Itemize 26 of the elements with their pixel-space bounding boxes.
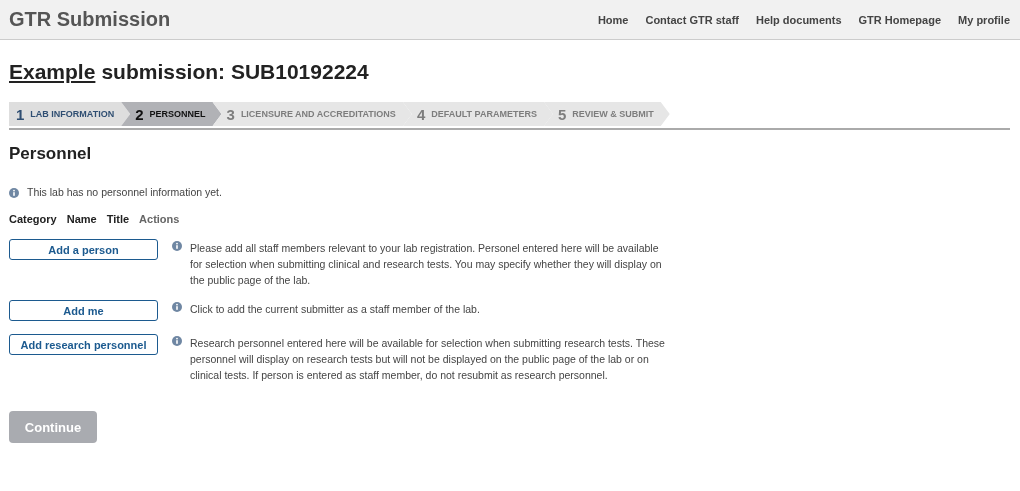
nav-link[interactable]: Home (597, 13, 629, 26)
info-icon (172, 302, 182, 312)
column-header: Category (9, 213, 57, 225)
nav-link[interactable]: GTR Homepage (858, 13, 942, 26)
help-text: Research personnel entered here will be available for selection when submitting research tests. These personnel will display on research tests but will not be displayed on the public page of the lab or on clinical tests. If person is entered as staff member, do not resubmit as research personnel. (190, 336, 666, 383)
notice-text: This lab has no personnel information yet. (27, 186, 222, 198)
step-tab[interactable]: 1 LAB INFORMATION (9, 102, 131, 126)
add-button[interactable]: Add a person (9, 239, 158, 260)
nav-link[interactable]: My profile (958, 13, 1010, 26)
add-button[interactable]: Add me (9, 300, 158, 321)
info-icon (172, 241, 182, 251)
info-icon (9, 188, 19, 198)
step-tab[interactable]: 2 PERSONNEL (121, 102, 222, 126)
section-title: Personnel (9, 144, 93, 164)
column-header: Name (66, 213, 97, 225)
nav-link[interactable]: Contact GTR staff (645, 13, 739, 26)
info-icon (172, 336, 182, 346)
example-link[interactable]: Example (9, 60, 96, 84)
nav-link[interactable]: Help documents (755, 13, 842, 26)
app-title: GTR Submission (9, 8, 171, 31)
page-title: submission: SUB10192224 (101, 60, 369, 84)
column-header: Title (106, 213, 130, 225)
add-button[interactable]: Add research personnel (9, 334, 158, 355)
help-text: Click to add the current submitter as a staff member of the lab. (190, 302, 481, 317)
column-header: Actions (139, 213, 180, 225)
help-text: Please add all staff members relevant to your lab registration. Personel entered here will be available for selection when submitting clinical and research tests. You may specify whether they will display on the public page of the lab. (190, 241, 663, 288)
